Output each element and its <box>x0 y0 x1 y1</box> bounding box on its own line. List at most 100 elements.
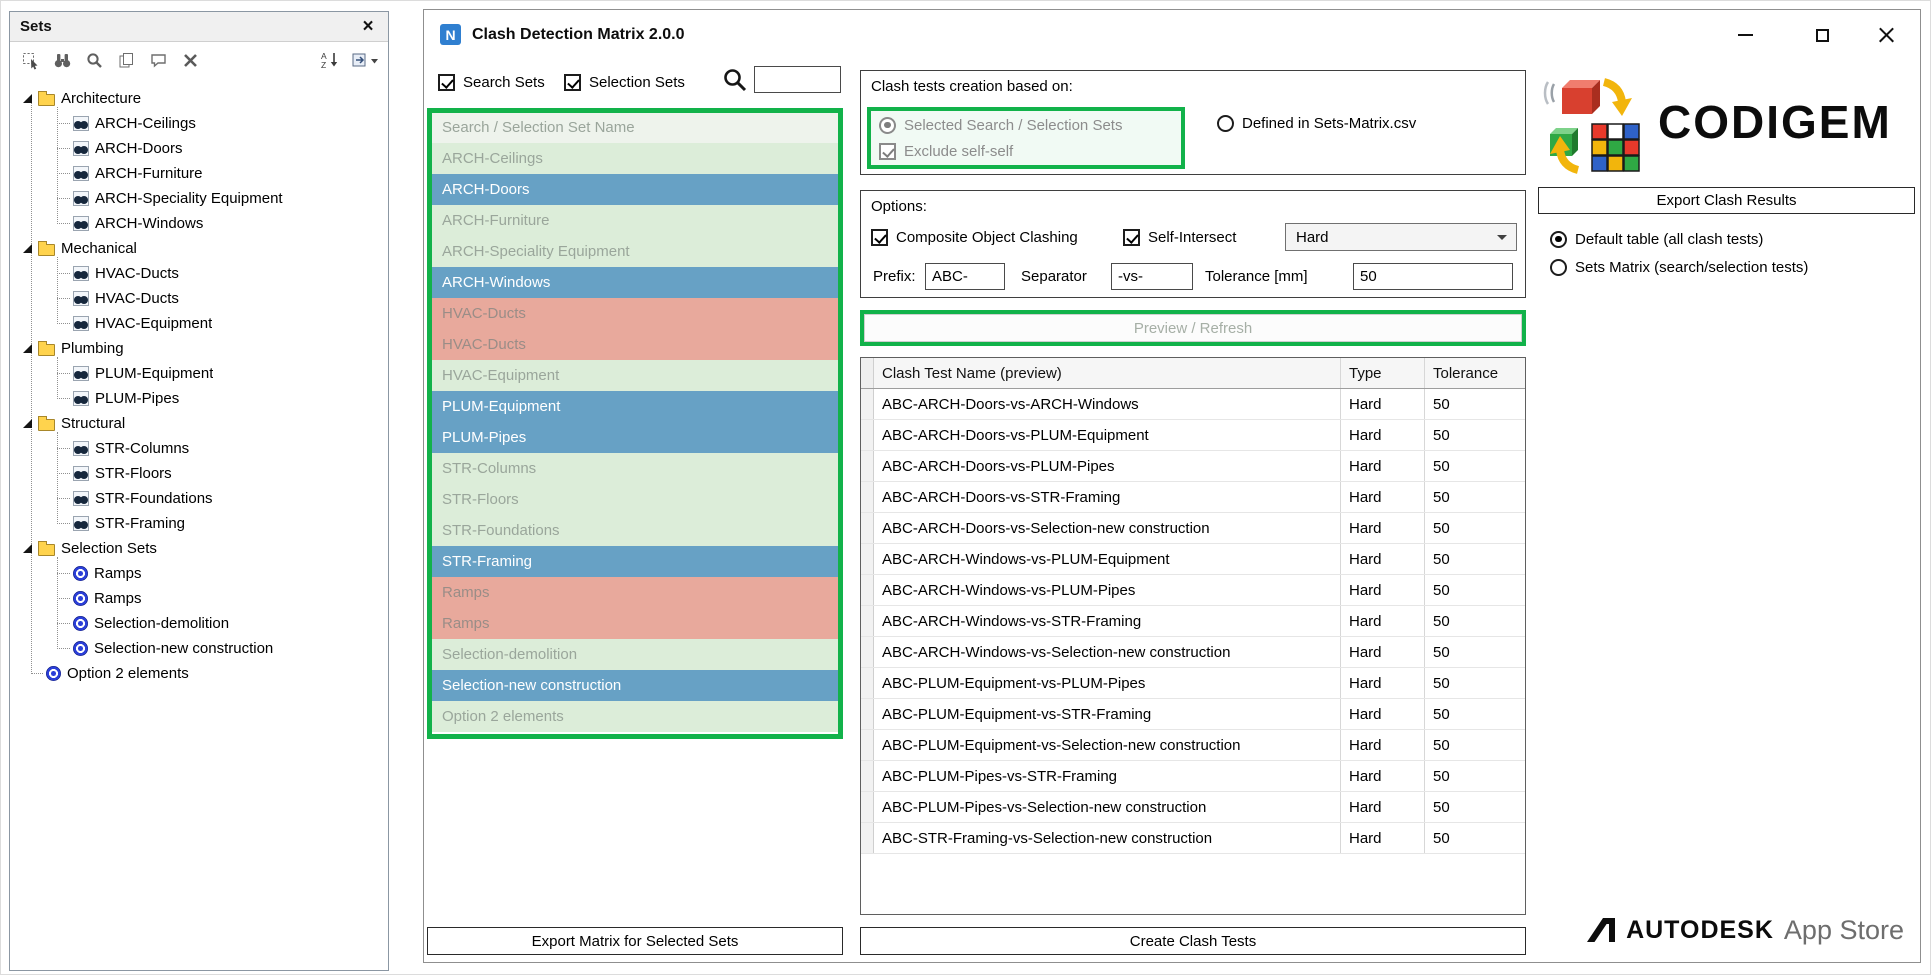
clash-test-row[interactable]: ABC-PLUM-Pipes-vs-Selection-new construc… <box>861 792 1525 823</box>
dialog-titlebar[interactable]: N Clash Detection Matrix 2.0.0 <box>424 10 1920 60</box>
tree-item[interactable]: ARCH-Speciality Equipment <box>10 186 388 211</box>
tree-item[interactable]: ARCH-Ceilings <box>10 111 388 136</box>
clash-test-row[interactable]: ABC-ARCH-Windows-vs-PLUM-Equipment Hard 50 <box>861 544 1525 575</box>
set-row-available[interactable]: Selection-demolition <box>432 639 838 670</box>
selected-sets-radio[interactable]: Selected Search / Selection Sets <box>879 115 1122 135</box>
clash-test-row[interactable]: ABC-PLUM-Equipment-vs-Selection-new cons… <box>861 730 1525 761</box>
default-table-radio[interactable]: Default table (all clash tests) <box>1550 229 1763 249</box>
col-header-tolerance[interactable]: Tolerance <box>1425 358 1525 388</box>
clash-test-row[interactable]: ABC-ARCH-Doors-vs-PLUM-Equipment Hard 50 <box>861 420 1525 451</box>
clash-test-row[interactable]: ABC-STR-Framing-vs-Selection-new constru… <box>861 823 1525 854</box>
prefix-label: Prefix: <box>873 268 916 285</box>
clash-test-row[interactable]: ABC-PLUM-Equipment-vs-STR-Framing Hard 50 <box>861 699 1525 730</box>
tree-item[interactable]: STR-Columns <box>10 436 388 461</box>
tree-item[interactable]: STR-Foundations <box>10 486 388 511</box>
expander-icon[interactable] <box>23 94 32 103</box>
expander-icon[interactable] <box>23 244 32 253</box>
tree-folder[interactable]: Plumbing <box>10 336 388 361</box>
set-row-excluded[interactable]: HVAC-Ducts <box>432 329 838 360</box>
set-row-excluded[interactable]: Ramps <box>432 577 838 608</box>
sort-icon[interactable]: AZ <box>317 48 343 72</box>
expander-icon[interactable] <box>23 544 32 553</box>
clash-test-row[interactable]: ABC-ARCH-Doors-vs-STR-Framing Hard 50 <box>861 482 1525 513</box>
col-header-type[interactable]: Type <box>1341 358 1425 388</box>
quick-find-icon[interactable] <box>81 48 107 72</box>
close-button[interactable] <box>1869 20 1903 50</box>
set-row-available[interactable]: Option 2 elements <box>432 701 838 732</box>
clash-test-row[interactable]: ABC-ARCH-Doors-vs-ARCH-Windows Hard 50 <box>861 389 1525 420</box>
tree-item[interactable]: Option 2 elements <box>10 661 388 686</box>
set-row-available[interactable]: STR-Foundations <box>432 515 838 546</box>
select-set-icon[interactable] <box>17 48 43 72</box>
tree-folder[interactable]: Selection Sets <box>10 536 388 561</box>
tree-item[interactable]: ARCH-Furniture <box>10 161 388 186</box>
autodesk-icon <box>1587 918 1616 942</box>
clash-test-row[interactable]: ABC-ARCH-Windows-vs-PLUM-Pipes Hard 50 <box>861 575 1525 606</box>
clash-test-row[interactable]: ABC-ARCH-Windows-vs-STR-Framing Hard 50 <box>861 606 1525 637</box>
composite-clashing-checkbox[interactable]: Composite Object Clashing <box>871 227 1078 247</box>
duplicate-icon[interactable] <box>113 48 139 72</box>
comment-icon[interactable] <box>145 48 171 72</box>
set-row-selected[interactable]: PLUM-Equipment <box>432 391 838 422</box>
set-row-available[interactable]: HVAC-Equipment <box>432 360 838 391</box>
exclude-self-checkbox[interactable]: Exclude self-self <box>879 141 1013 161</box>
tree-item[interactable]: HVAC-Ducts <box>10 261 388 286</box>
set-row-available[interactable]: STR-Columns <box>432 453 838 484</box>
sets-matrix-radio[interactable]: Sets Matrix (search/selection tests) <box>1550 257 1808 277</box>
tree-item[interactable]: ARCH-Windows <box>10 211 388 236</box>
tree-item[interactable]: ARCH-Doors <box>10 136 388 161</box>
search-sets-checkbox[interactable]: Search Sets <box>438 72 545 92</box>
clash-test-row[interactable]: ABC-PLUM-Equipment-vs-PLUM-Pipes Hard 50 <box>861 668 1525 699</box>
set-list-header: Search / Selection Set Name <box>432 113 838 143</box>
set-row-selected[interactable]: PLUM-Pipes <box>432 422 838 453</box>
tree-item[interactable]: HVAC-Ducts <box>10 286 388 311</box>
create-clash-tests-button[interactable]: Create Clash Tests <box>860 927 1526 955</box>
prefix-input[interactable] <box>925 263 1005 290</box>
delete-icon[interactable] <box>177 48 203 72</box>
set-row-selected[interactable]: STR-Framing <box>432 546 838 577</box>
tree-item[interactable]: Selection-new construction <box>10 636 388 661</box>
tree-item[interactable]: STR-Framing <box>10 511 388 536</box>
export-matrix-button[interactable]: Export Matrix for Selected Sets <box>427 927 843 955</box>
set-row-available[interactable]: ARCH-Furniture <box>432 205 838 236</box>
clash-test-row[interactable]: ABC-PLUM-Pipes-vs-STR-Framing Hard 50 <box>861 761 1525 792</box>
set-row-selected[interactable]: ARCH-Doors <box>432 174 838 205</box>
self-intersect-checkbox[interactable]: Self-Intersect <box>1123 227 1236 247</box>
clash-test-row[interactable]: ABC-ARCH-Windows-vs-Selection-new constr… <box>861 637 1525 668</box>
minimize-button[interactable] <box>1728 20 1762 50</box>
tree-folder[interactable]: Architecture <box>10 86 388 111</box>
set-filter-input[interactable] <box>754 66 841 93</box>
set-row-excluded[interactable]: HVAC-Ducts <box>432 298 838 329</box>
close-icon[interactable] <box>358 17 378 37</box>
tree-item[interactable]: Ramps <box>10 586 388 611</box>
tree-item[interactable]: PLUM-Equipment <box>10 361 388 386</box>
tree-folder[interactable]: Mechanical <box>10 236 388 261</box>
col-header-name[interactable]: Clash Test Name (preview) <box>874 358 1341 388</box>
clash-test-row[interactable]: ABC-ARCH-Doors-vs-PLUM-Pipes Hard 50 <box>861 451 1525 482</box>
tolerance-input[interactable] <box>1353 263 1513 290</box>
clash-type-dropdown[interactable]: Hard <box>1285 223 1517 251</box>
tree-item[interactable]: HVAC-Equipment <box>10 311 388 336</box>
tree-item[interactable]: PLUM-Pipes <box>10 386 388 411</box>
separator-input[interactable] <box>1111 263 1193 290</box>
set-row-available[interactable]: STR-Floors <box>432 484 838 515</box>
maximize-button[interactable] <box>1805 20 1839 50</box>
tree-folder[interactable]: Structural <box>10 411 388 436</box>
set-row-selected[interactable]: ARCH-Windows <box>432 267 838 298</box>
set-row-available[interactable]: ARCH-Ceilings <box>432 143 838 174</box>
set-row-available[interactable]: ARCH-Speciality Equipment <box>432 236 838 267</box>
expander-icon[interactable] <box>23 344 32 353</box>
tree-item[interactable]: Ramps <box>10 561 388 586</box>
preview-refresh-button[interactable]: Preview / Refresh <box>864 314 1522 342</box>
tree-item[interactable]: STR-Floors <box>10 461 388 486</box>
sets-matrix-csv-radio[interactable]: Defined in Sets-Matrix.csv <box>1217 113 1416 133</box>
tree-item[interactable]: Selection-demolition <box>10 611 388 636</box>
set-row-selected[interactable]: Selection-new construction <box>432 670 838 701</box>
set-row-excluded[interactable]: Ramps <box>432 608 838 639</box>
export-clash-results-button[interactable]: Export Clash Results <box>1538 187 1915 214</box>
find-items-icon[interactable] <box>49 48 75 72</box>
clash-test-row[interactable]: ABC-ARCH-Doors-vs-Selection-new construc… <box>861 513 1525 544</box>
expander-icon[interactable] <box>23 419 32 428</box>
import-export-icon[interactable] <box>349 48 381 72</box>
selection-sets-checkbox[interactable]: Selection Sets <box>564 72 685 92</box>
